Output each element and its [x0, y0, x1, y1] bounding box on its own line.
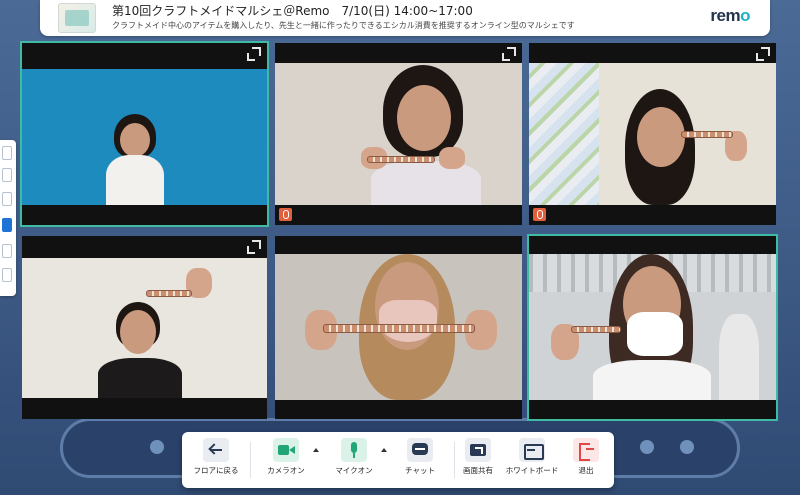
video-feed	[275, 254, 522, 400]
video-feed	[22, 69, 267, 205]
exit-icon	[573, 438, 599, 462]
video-feed	[22, 258, 267, 398]
floor-button-current[interactable]	[2, 218, 12, 232]
event-thumbnail	[58, 3, 96, 33]
mic-toggle-button[interactable]: マイクオン	[326, 438, 382, 484]
seat-dot	[680, 440, 694, 454]
video-tile[interactable]	[529, 43, 776, 225]
exit-button[interactable]: 退出	[558, 438, 614, 484]
floor-button[interactable]	[2, 268, 12, 282]
camera-toggle-button[interactable]: カメラオン	[258, 438, 314, 484]
whiteboard-icon	[519, 438, 545, 462]
microphone-icon	[341, 438, 367, 462]
video-feed	[275, 63, 522, 205]
remo-logo: remo	[710, 6, 750, 25]
expand-icon[interactable]	[247, 47, 261, 61]
video-tile[interactable]	[22, 236, 267, 419]
whiteboard-button[interactable]: ホワイトボード	[504, 438, 560, 484]
expand-icon[interactable]	[502, 47, 516, 61]
video-tile[interactable]	[275, 236, 522, 419]
video-tile[interactable]	[20, 41, 269, 227]
video-feed	[529, 63, 776, 205]
mic-muted-icon	[279, 208, 292, 221]
event-description: クラフトメイド中心のアイテムを購入したり、先生と一緒に作ったりできるエシカル消費…	[112, 21, 575, 30]
camera-options-caret[interactable]	[313, 448, 319, 452]
seat-dot	[640, 440, 654, 454]
event-header: 第10回クラフトメイドマルシェ＠Remo 7/10(日) 14:00~17:00…	[40, 0, 770, 36]
arrow-left-icon	[203, 438, 229, 462]
floor-button[interactable]	[2, 146, 12, 160]
screen-share-icon	[465, 438, 491, 462]
event-title: 第10回クラフトメイドマルシェ＠Remo 7/10(日) 14:00~17:00	[112, 4, 473, 18]
back-to-floor-button[interactable]: フロアに戻る	[188, 438, 244, 484]
floor-button[interactable]	[2, 244, 12, 258]
chat-icon	[407, 438, 433, 462]
mic-options-caret[interactable]	[381, 448, 387, 452]
seat-dot	[150, 440, 164, 454]
floor-level-rail	[0, 140, 16, 296]
video-tile[interactable]	[527, 234, 778, 421]
expand-icon[interactable]	[247, 240, 261, 254]
toolbar-divider	[250, 442, 251, 478]
meeting-toolbar: フロアに戻る カメラオン マイクオン チャット 画面共有 ホワイトボード 退出	[182, 432, 614, 488]
video-feed	[529, 254, 776, 400]
floor-button[interactable]	[2, 192, 12, 206]
camera-icon	[273, 438, 299, 462]
video-tile[interactable]	[275, 43, 522, 225]
screen-share-button[interactable]: 画面共有	[450, 438, 506, 484]
mic-muted-icon	[533, 208, 546, 221]
floor-button[interactable]	[2, 168, 12, 182]
expand-icon[interactable]	[756, 47, 770, 61]
chat-button[interactable]: チャット	[392, 438, 448, 484]
